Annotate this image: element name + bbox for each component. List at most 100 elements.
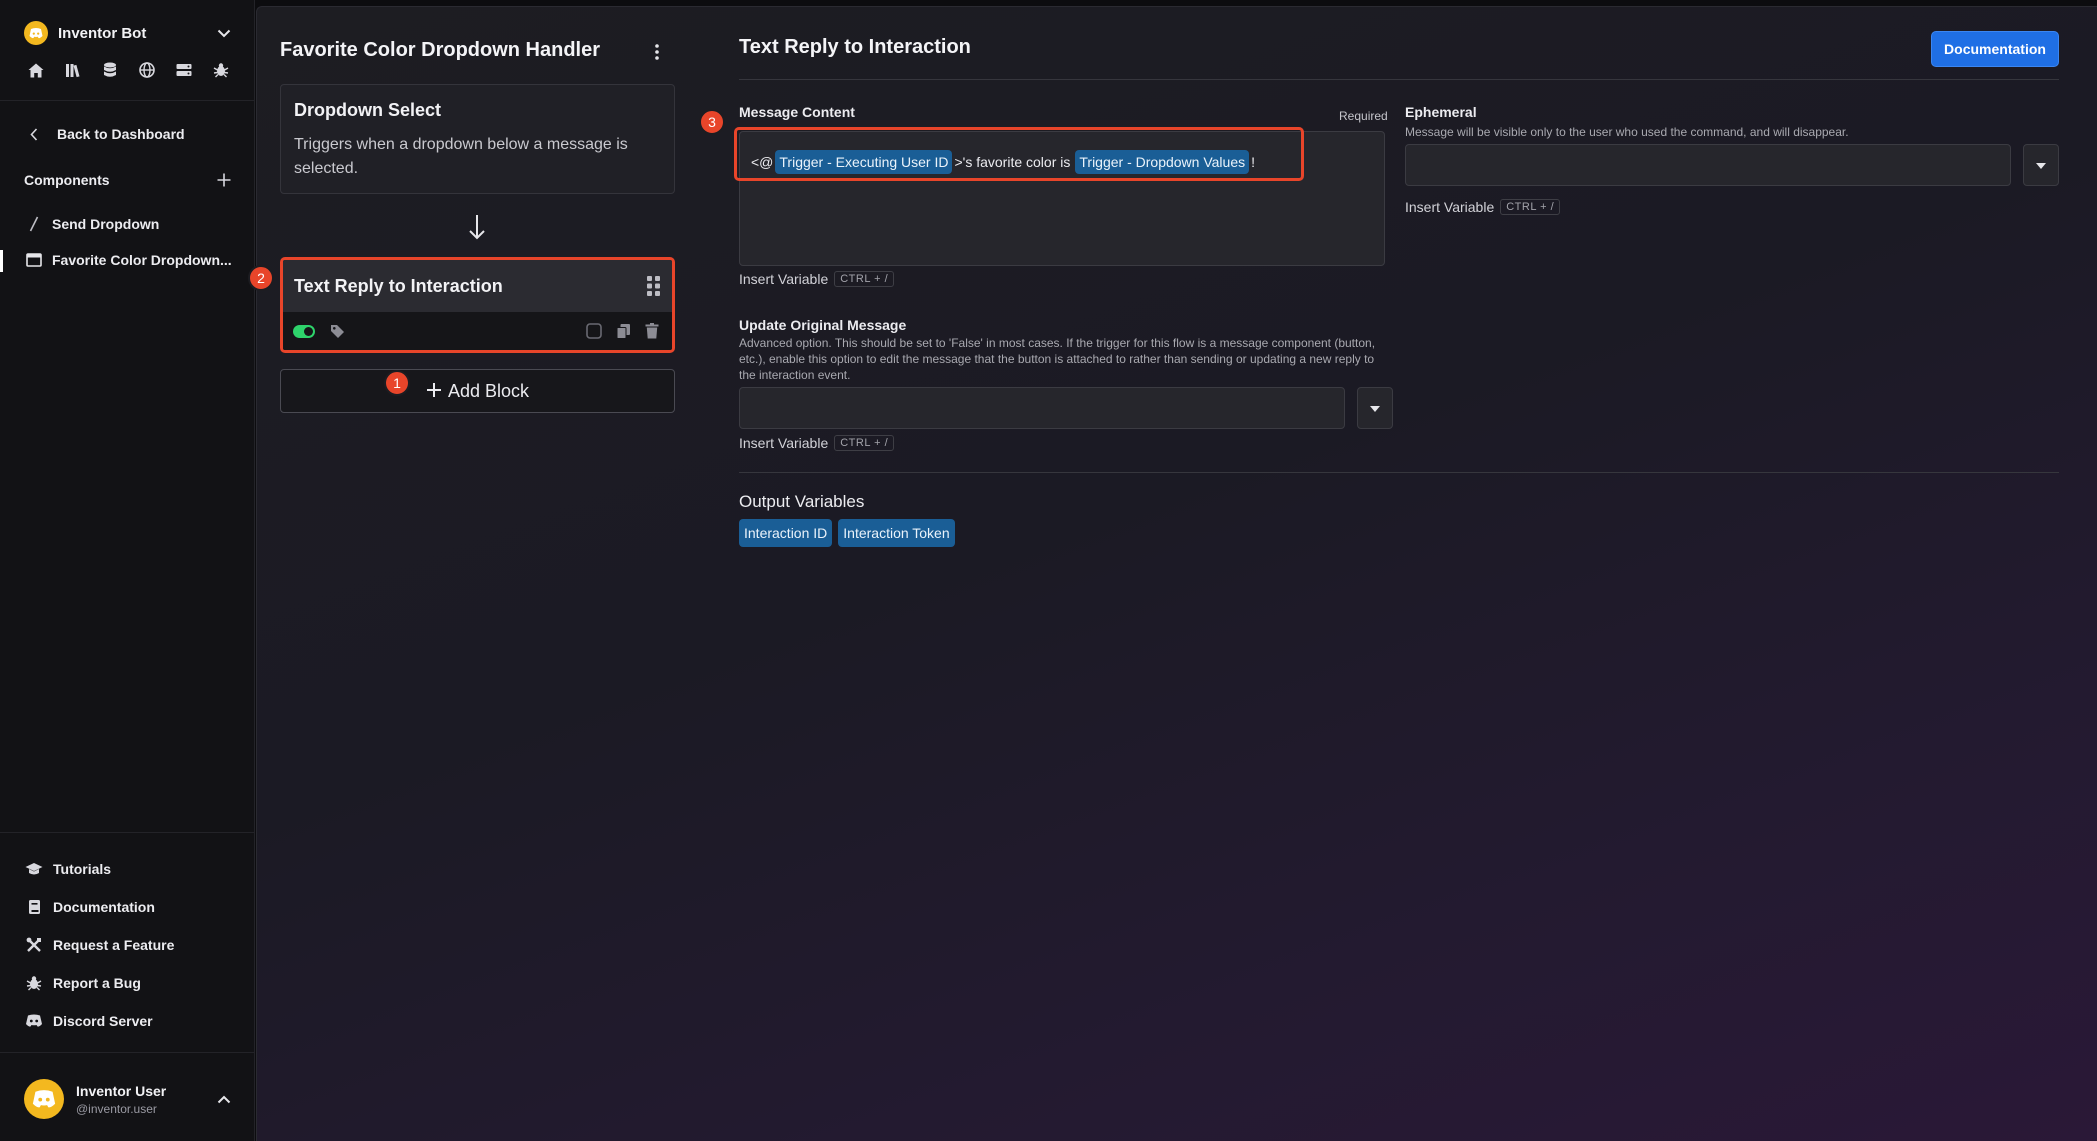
shortcut-hint: CTRL + / [834, 271, 895, 287]
trigger-title: Dropdown Select [294, 100, 442, 120]
chevron-down-icon[interactable] [214, 23, 234, 43]
bot-switcher[interactable]: Inventor Bot [24, 20, 234, 46]
caret-down-icon [1370, 399, 1380, 417]
more-options-icon[interactable] [647, 41, 667, 63]
documentation-link[interactable]: Documentation [24, 897, 155, 917]
message-suffix: ! [1251, 154, 1256, 170]
documentation-label: Documentation [53, 899, 155, 915]
avatar [24, 1079, 64, 1119]
output-variable-interaction-id[interactable]: Interaction ID [739, 519, 833, 547]
bot-name: Inventor Bot [58, 24, 147, 42]
update-original-select[interactable] [739, 387, 1345, 429]
message-content-value: <@ Trigger - Executing User ID >'s favor… [751, 150, 1255, 174]
user-name: Inventor User [76, 1082, 167, 1099]
add-block-label: Add Block [447, 380, 530, 401]
insert-variable-label: Insert Variable [739, 435, 829, 451]
divider [0, 100, 255, 101]
annotation-badge-2: 2 [248, 265, 274, 291]
variable-chip-dropdown-values[interactable]: Trigger - Dropdown Values [1075, 150, 1250, 174]
caret-down-icon [2036, 156, 2046, 174]
copy-icon[interactable] [613, 321, 633, 341]
ephemeral-dropdown-button[interactable] [2023, 144, 2059, 186]
add-block-button[interactable]: Add Block [280, 369, 675, 413]
user-menu[interactable]: Inventor User @inventor.user [24, 1078, 234, 1120]
trigger-block[interactable]: Dropdown Select Triggers when a dropdown… [280, 84, 675, 194]
tag-icon[interactable] [327, 321, 347, 341]
arrow-down-icon [465, 212, 489, 242]
component-label: Send Dropdown [52, 216, 160, 232]
insert-variable-button[interactable]: Insert Variable CTRL + / [739, 271, 895, 287]
action-block-footer [283, 312, 672, 350]
slash-command-icon [24, 214, 44, 234]
action-block-text-reply[interactable]: Text Reply to Interaction [280, 257, 675, 353]
home-icon[interactable] [26, 60, 46, 80]
discord-server-label: Discord Server [53, 1013, 153, 1029]
flow-title: Favorite Color Dropdown Handler [280, 39, 601, 61]
main-workspace: Favorite Color Dropdown Handler Dropdown… [248, 6, 2097, 1141]
variable-chip-executing-user-id[interactable]: Trigger - Executing User ID [775, 150, 953, 174]
bug-icon [24, 973, 44, 993]
bot-avatar [24, 21, 48, 45]
divider [739, 79, 2059, 80]
insert-variable-button[interactable]: Insert Variable CTRL + / [739, 435, 895, 451]
enable-toggle[interactable] [293, 324, 315, 338]
report-bug-label: Report a Bug [53, 975, 141, 991]
annotation-badge-3: 3 [699, 109, 725, 135]
chevron-up-icon[interactable] [214, 1089, 234, 1109]
checkbox-icon[interactable] [584, 321, 604, 341]
window-icon [24, 250, 44, 270]
component-label: Favorite Color Dropdown... [52, 252, 232, 268]
tutorials-label: Tutorials [53, 861, 112, 877]
trash-icon[interactable] [642, 321, 662, 341]
output-variables-title: Output Variables [739, 492, 865, 511]
message-middle: >'s favorite color is [954, 154, 1071, 170]
globe-icon[interactable] [137, 60, 157, 80]
shortcut-hint: CTRL + / [834, 435, 895, 451]
chevron-left-icon [24, 124, 44, 144]
required-label: Required [1339, 109, 1388, 123]
divider [739, 472, 2059, 473]
action-block-title: Text Reply to Interaction [294, 275, 503, 296]
user-handle: @inventor.user [76, 1101, 157, 1116]
action-block-header: Text Reply to Interaction [283, 260, 672, 312]
server-icon[interactable] [174, 60, 194, 80]
divider [0, 832, 255, 833]
ephemeral-label: Ephemeral [1405, 104, 1477, 120]
trigger-description: Triggers when a dropdown below a message… [294, 136, 628, 177]
report-bug-link[interactable]: Report a Bug [24, 973, 141, 993]
insert-variable-button[interactable]: Insert Variable CTRL + / [1405, 199, 1561, 215]
library-icon[interactable] [63, 60, 83, 80]
output-variable-interaction-token[interactable]: Interaction Token [838, 519, 955, 547]
panel-title: Text Reply to Interaction [739, 36, 971, 58]
update-original-label: Update Original Message [739, 317, 907, 333]
plus-icon [426, 380, 442, 402]
ephemeral-select[interactable] [1405, 144, 2011, 186]
tutorials-link[interactable]: Tutorials [24, 859, 111, 879]
back-to-dashboard-link[interactable]: Back to Dashboard [24, 124, 185, 144]
drag-handle-icon[interactable] [647, 276, 661, 296]
shortcut-hint: CTRL + / [1500, 199, 1561, 215]
request-feature-link[interactable]: Request a Feature [24, 935, 174, 955]
component-item-send-dropdown[interactable]: Send Dropdown [24, 214, 239, 234]
user-info: Inventor User @inventor.user [76, 1083, 214, 1116]
discord-server-link[interactable]: Discord Server [24, 1011, 153, 1031]
add-component-button[interactable] [214, 170, 234, 190]
components-header: Components [24, 170, 234, 190]
output-variables-list: Interaction ID Interaction Token [739, 519, 955, 547]
insert-variable-label: Insert Variable [1405, 199, 1495, 215]
request-feature-label: Request a Feature [53, 937, 175, 953]
components-label: Components [24, 172, 110, 188]
book-icon [24, 897, 44, 917]
documentation-button[interactable]: Documentation [1931, 31, 2059, 67]
update-original-help: Advanced option. This should be set to '… [739, 336, 1376, 382]
annotation-badge-1: 1 [384, 370, 410, 396]
sidebar: Inventor Bot Back to Dashboard Component… [0, 0, 255, 1141]
tools-icon [24, 935, 44, 955]
active-indicator [0, 250, 3, 272]
database-icon[interactable] [100, 60, 120, 80]
component-item-favorite-color-dropdown[interactable]: Favorite Color Dropdown... [24, 250, 239, 270]
bug-icon[interactable] [211, 60, 231, 80]
discord-icon [24, 1011, 44, 1031]
message-prefix: <@ [751, 154, 774, 170]
update-original-dropdown-button[interactable] [1357, 387, 1393, 429]
